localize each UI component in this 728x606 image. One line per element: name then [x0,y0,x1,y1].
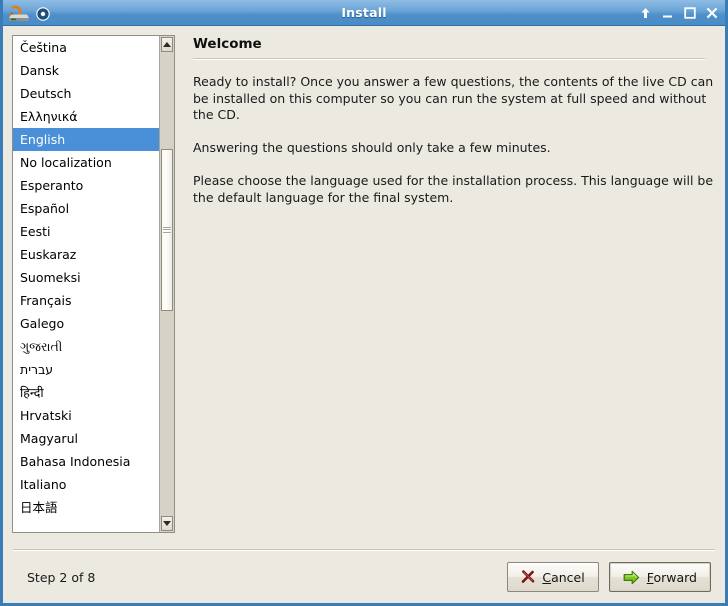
language-list-item[interactable]: Eesti [13,220,159,243]
language-list-scrollbar[interactable] [159,35,175,533]
cancel-button-label: Cancel [542,569,585,585]
welcome-pane: Welcome Ready to install? Once you answe… [175,35,716,540]
page-title: Welcome [193,36,262,52]
window-title: Install [341,5,387,20]
title-bar-icons [3,4,50,22]
language-list-item[interactable]: Hrvatski [13,404,159,427]
language-list-item[interactable]: Français [13,289,159,312]
welcome-paragraph: Please choose the language used for the … [193,173,714,205]
step-indicator: Step 2 of 8 [27,569,96,585]
window-controls [639,0,718,26]
language-list-item[interactable]: No localization [13,151,159,174]
title-bar[interactable]: Install [3,0,725,26]
language-list-item[interactable]: English [13,128,159,151]
shade-up-icon[interactable] [639,6,652,20]
language-listbox[interactable]: Čeština Dansk Deutsch Ελληνικά English No loc… [12,35,159,533]
language-list-item[interactable]: Italiano [13,473,159,496]
cd-drive-icon[interactable] [8,4,30,22]
forward-button[interactable]: Forward [608,562,711,592]
language-list-item[interactable]: 日本語 [13,496,159,519]
language-list-item[interactable]: हिन्दी [13,381,159,404]
optical-disc-icon[interactable] [36,6,50,21]
welcome-text: Ready to install? Once you answer a few … [193,74,716,206]
cancel-x-icon [521,570,535,584]
install-window: Install Čeština Dansk Deutsch Ελληνικά E… [0,0,728,606]
close-icon[interactable] [705,6,718,20]
language-list-item[interactable]: Euskaraz [13,243,159,266]
language-list-item[interactable]: Deutsch [13,82,159,105]
language-list-item[interactable]: Galego [13,312,159,335]
language-list-item[interactable]: Magyarul [13,427,159,450]
language-list-item[interactable]: Esperanto [13,174,159,197]
language-list-pane: Čeština Dansk Deutsch Ελληνικά English No loc… [12,35,175,533]
cancel-button[interactable]: Cancel [507,562,599,592]
title-separator [193,58,705,60]
window-content: Čeština Dansk Deutsch Ελληνικά English No loc… [3,26,725,540]
footer-bar: Step 2 of 8 Cancel Forward [3,551,725,603]
welcome-paragraph: Answering the questions should only take… [193,140,551,155]
scrollbar-thumb[interactable] [161,149,173,311]
language-list-item[interactable]: Suomeksi [13,266,159,289]
arrow-right-icon [623,570,640,585]
language-list-items: Čeština Dansk Deutsch Ελληνικά English No loc… [13,36,159,519]
scrollbar-grip-icon [163,226,171,234]
welcome-paragraph: Ready to install? Once you answer a few … [193,74,714,122]
language-list-item[interactable]: עברית [13,358,159,381]
language-list-item[interactable]: Bahasa Indonesia [13,450,159,473]
language-list-item[interactable]: Español [13,197,159,220]
scroll-up-icon[interactable] [161,37,173,52]
language-list-item[interactable]: Ελληνικά [13,105,159,128]
language-list-item[interactable]: Dansk [13,59,159,82]
language-list-item[interactable]: Čeština [13,36,159,59]
scrollbar-track[interactable] [161,53,173,515]
minimize-icon[interactable] [661,6,674,20]
maximize-icon[interactable] [683,6,696,20]
forward-button-label: Forward [646,569,697,585]
language-list-item[interactable]: ગુજરાતી [13,335,159,358]
scroll-down-icon[interactable] [161,516,173,531]
